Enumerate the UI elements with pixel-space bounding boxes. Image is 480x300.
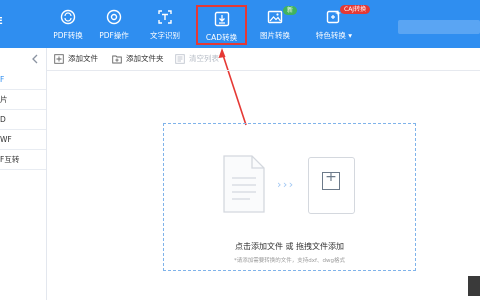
text-recognition-icon [158,10,172,24]
sidebar: F 片 D WF F互转 [0,48,47,300]
plus-icon: + [325,169,337,185]
tool-pdf-operate[interactable]: PDF操作 [88,0,140,48]
tool-label: PDF操作 [99,31,129,40]
document-icon [223,155,265,213]
tool-text-recognition[interactable]: 文字识别 [139,0,191,48]
collapse-left-icon[interactable] [31,54,39,64]
add-file-icon [54,54,64,64]
tool-pdf-convert[interactable]: PDF转换 [42,0,94,48]
sidebar-item[interactable]: WF [0,130,46,150]
sidebar-item[interactable]: 片 [0,90,46,110]
app-logo: E [0,16,20,28]
add-folder-label: 添加文件夹 [126,54,164,63]
clear-list-label: 清空列表 [189,54,219,63]
toolbar-right-field[interactable] [398,20,480,34]
drop-hint: *请添加需要转换的文件，支持dxf、dwg格式 [234,258,345,264]
file-drop-zone[interactable]: › › › + 点击添加文件 或 拖拽文件添加 *请添加需要转换的文件，支持dx… [163,123,416,271]
sidebar-item[interactable]: F [0,70,46,90]
tool-label: 图片转换 [260,31,290,40]
tool-label: CAD转换 [205,33,238,42]
convert-arrows: › › › [277,178,293,191]
tool-label: 特色转换 ▾ [315,31,353,40]
tool-cad-convert[interactable]: CAD转换 [196,5,247,45]
add-folder-button[interactable]: 添加文件夹 [112,53,164,65]
caj-badge: CAJ转换 [340,5,371,14]
add-file-label: 添加文件 [68,54,98,63]
corner-widget[interactable] [468,276,480,296]
top-toolbar: E PDF转换 PDF操作 文字识别 CAD转换 [0,0,480,48]
image-icon [267,10,283,24]
refresh-icon [60,9,76,25]
tool-label: 文字识别 [150,31,180,40]
clear-list-button[interactable]: 清空列表 [175,53,219,65]
add-file-tile[interactable]: + [308,157,355,214]
target-icon [106,9,122,25]
tool-label: PDF转换 [53,31,83,40]
sidebar-item[interactable]: D [0,110,46,130]
new-badge: 新 [283,6,298,15]
drop-title: 点击添加文件 或 拖拽文件添加 [234,242,345,251]
plus-box-icon: + [322,169,340,190]
clear-list-icon [175,54,185,64]
add-folder-icon [112,55,122,64]
download-box-icon [214,11,229,27]
file-action-bar: 添加文件 添加文件夹 清空列表 [47,48,480,71]
sidebar-item[interactable]: F互转 [0,150,46,170]
add-file-button[interactable]: 添加文件 [54,53,98,65]
